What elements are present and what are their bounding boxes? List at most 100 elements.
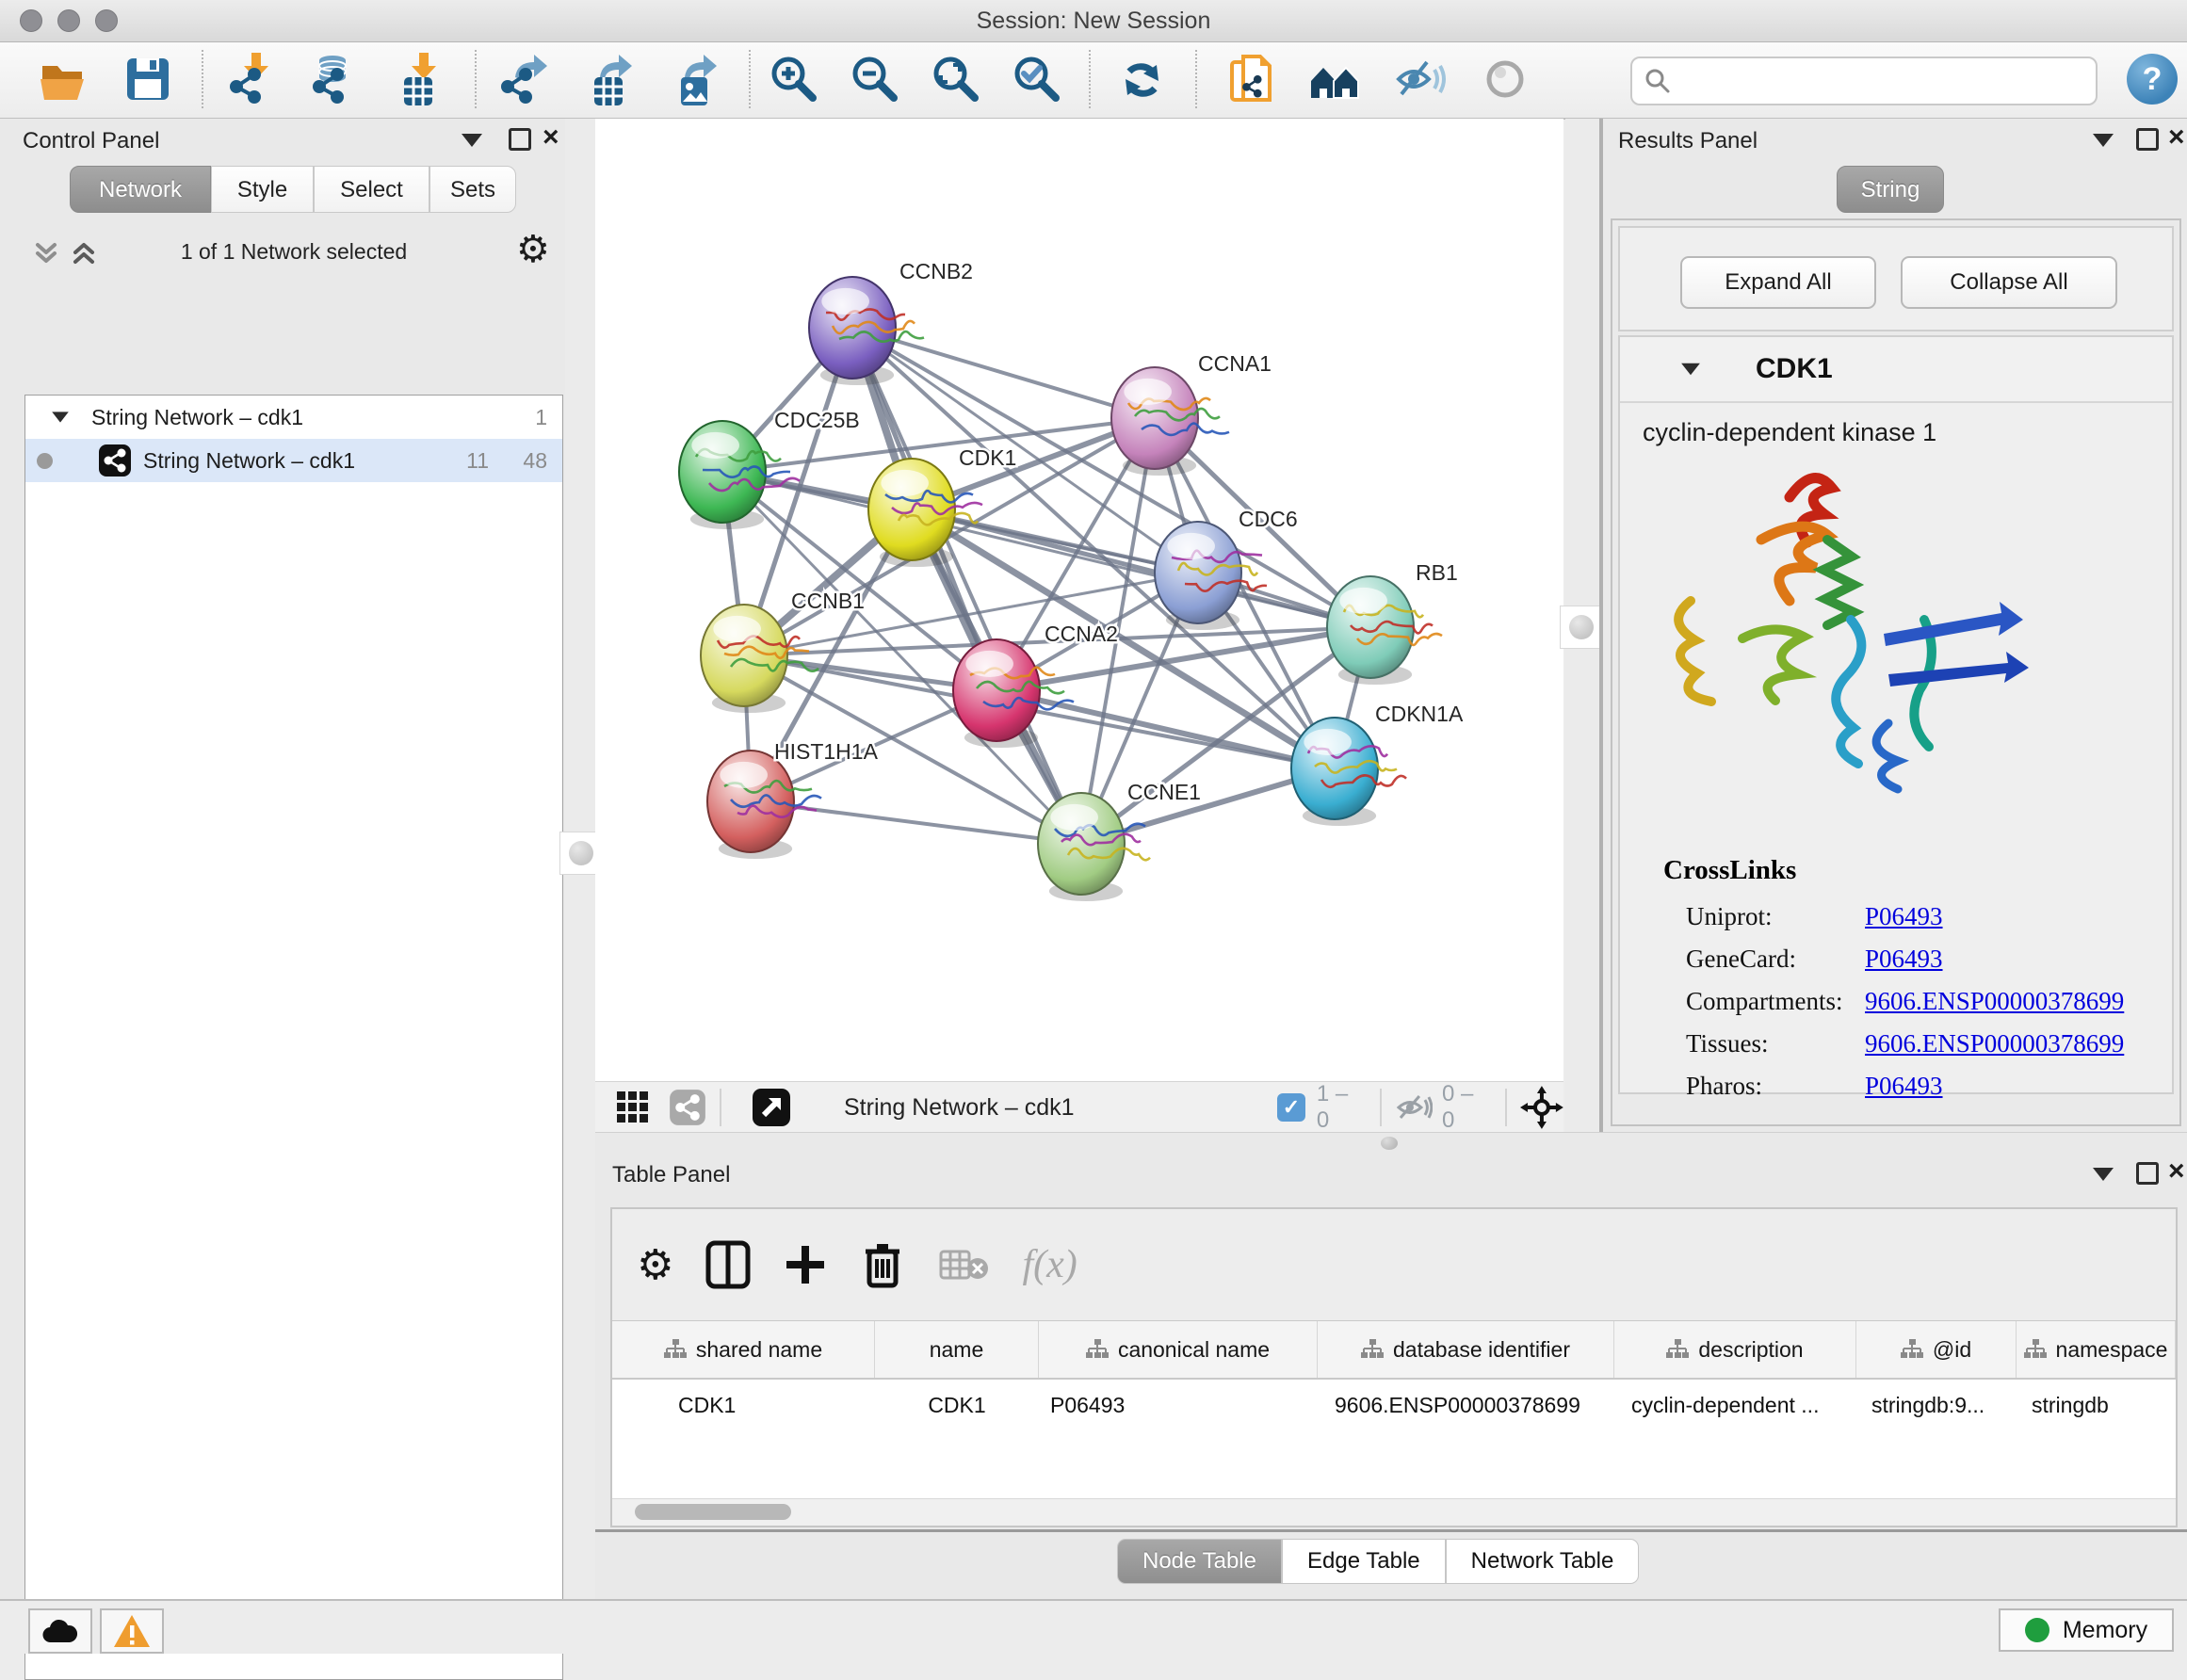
tab-string[interactable]: String [1837, 166, 1944, 213]
right-splitter-handle[interactable] [1560, 606, 1603, 649]
network-node-CDC25B[interactable] [679, 421, 800, 529]
crosslink-value-link[interactable]: P06493 [1865, 945, 1943, 974]
share-file-icon[interactable] [1226, 53, 1281, 107]
horizontal-splitter-handle[interactable] [1381, 1137, 1398, 1150]
crosslink-value-link[interactable]: P06493 [1865, 1072, 1943, 1101]
column-header-canonical-name[interactable]: canonical name [1039, 1321, 1318, 1378]
cloud-button[interactable] [28, 1608, 92, 1654]
import-network-icon[interactable] [225, 53, 280, 107]
column-header-description[interactable]: description [1614, 1321, 1856, 1378]
crosslink-row: Compartments:9606.ENSP00000378699 [1686, 987, 2172, 1016]
table-cell: P06493 [1039, 1380, 1318, 1430]
export-image-icon[interactable] [666, 53, 721, 107]
tab-edge-table[interactable]: Edge Table [1282, 1539, 1446, 1584]
memory-button[interactable]: Memory [1999, 1608, 2174, 1652]
network-canvas[interactable]: CCNB2CCNA1CDC25BCDK1CDC6RB1CCNB1CCNA2HIS… [595, 119, 1563, 1081]
show-hidden-icon[interactable] [1479, 53, 1533, 107]
network-node-CCNE1[interactable] [1038, 793, 1150, 901]
table-hscrollbar-thumb[interactable] [635, 1504, 791, 1520]
import-table-icon[interactable] [391, 53, 446, 107]
network-collection-row[interactable]: String Network – cdk1 1 [25, 396, 562, 439]
network-edges [722, 328, 1370, 844]
tab-network-table[interactable]: Network Table [1446, 1539, 1640, 1584]
panel-collapse-icon[interactable] [462, 134, 482, 147]
panel-close-icon[interactable]: × [2168, 1160, 2185, 1183]
share-view-icon[interactable] [669, 1089, 706, 1126]
hide-selected-icon[interactable] [1393, 53, 1448, 107]
network-svg[interactable]: CCNB2CCNA1CDC25BCDK1CDC6RB1CCNB1CCNA2HIS… [595, 119, 1563, 1081]
column-header-database-identifier[interactable]: database identifier [1318, 1321, 1614, 1378]
toolbar-separator [749, 50, 751, 108]
save-session-icon[interactable] [122, 53, 176, 107]
node-label-CCNB1: CCNB1 [791, 589, 865, 613]
network-node-CDKN1A[interactable] [1291, 718, 1406, 826]
zoom-in-icon[interactable] [768, 53, 822, 107]
panel-collapse-icon[interactable] [2093, 1168, 2114, 1181]
network-node-RB1[interactable] [1327, 576, 1442, 685]
right-splitter[interactable] [1565, 119, 1599, 1132]
left-splitter[interactable] [565, 119, 595, 1599]
help-button[interactable]: ? [2127, 54, 2178, 105]
export-network-icon[interactable] [496, 53, 551, 107]
expand-all-button[interactable]: Expand All [1680, 256, 1876, 309]
column-header-shared-name[interactable]: shared name [612, 1321, 875, 1378]
warning-button[interactable] [100, 1608, 164, 1654]
network-row[interactable]: String Network – cdk1 11 48 [25, 439, 562, 482]
tree-expand-icon[interactable] [52, 412, 69, 422]
horizontal-splitter[interactable] [595, 1132, 2187, 1154]
selected-checkbox[interactable]: ✓ [1277, 1093, 1305, 1122]
table-hscrollbar[interactable] [612, 1498, 2176, 1526]
network-list: String Network – cdk1 1 String Network –… [24, 395, 563, 1680]
column-header--id[interactable]: @id [1856, 1321, 2017, 1378]
network-node-CCNA1[interactable] [1111, 367, 1229, 476]
pan-crosshair-icon[interactable] [1520, 1086, 1563, 1129]
zoom-out-icon[interactable] [849, 53, 903, 107]
network-node-CDC6[interactable] [1155, 522, 1267, 630]
open-session-icon[interactable] [37, 53, 91, 107]
panel-float-icon[interactable] [2136, 128, 2159, 151]
crosslink-value-link[interactable]: P06493 [1865, 902, 1943, 931]
crosslink-value-link[interactable]: 9606.ENSP00000378699 [1865, 1029, 2124, 1058]
panel-float-icon[interactable] [2136, 1162, 2159, 1185]
string-home-icon[interactable] [1308, 53, 1363, 107]
search-input[interactable] [1677, 68, 2096, 94]
tab-node-table[interactable]: Node Table [1117, 1539, 1282, 1584]
gear-icon[interactable]: ⚙ [516, 228, 550, 271]
network-node-CDK1[interactable] [868, 459, 982, 567]
import-network-database-icon[interactable] [308, 53, 363, 107]
table-cell: stringdb [2017, 1380, 2176, 1430]
panel-float-icon[interactable] [509, 128, 531, 151]
network-node-HIST1H1A[interactable] [707, 751, 821, 859]
add-column-icon[interactable] [783, 1242, 828, 1287]
panel-collapse-icon[interactable] [2093, 134, 2114, 147]
crosslink-label: Compartments: [1686, 987, 1865, 1016]
split-columns-icon[interactable] [705, 1240, 751, 1289]
table-cell: stringdb:9... [1856, 1380, 2017, 1430]
column-header-name[interactable]: name [875, 1321, 1039, 1378]
crosslink-row: Pharos:P06493 [1686, 1072, 2172, 1101]
zoom-fit-icon[interactable] [930, 53, 984, 107]
refresh-icon[interactable] [1115, 53, 1170, 107]
column-header-namespace[interactable]: namespace [2017, 1321, 2176, 1378]
crosslink-label: Uniprot: [1686, 902, 1865, 931]
node-section-header[interactable]: CDK1 [1620, 337, 2172, 403]
network-node-CCNB2[interactable] [809, 277, 924, 385]
tab-sets[interactable]: Sets [429, 166, 516, 213]
zoom-selected-icon[interactable] [1011, 53, 1065, 107]
grid-view-icon[interactable] [616, 1090, 650, 1124]
hidden-eye-icon[interactable] [1395, 1091, 1433, 1123]
table-row[interactable]: CDK1CDK1P064939606.ENSP00000378699cyclin… [612, 1380, 2176, 1430]
tab-network[interactable]: Network [70, 166, 211, 213]
birdseye-icon[interactable] [752, 1088, 791, 1127]
tab-style[interactable]: Style [211, 166, 314, 213]
tab-select[interactable]: Select [314, 166, 429, 213]
export-table-icon[interactable] [581, 53, 636, 107]
panel-close-icon[interactable]: × [2168, 126, 2185, 149]
panel-close-icon[interactable]: × [543, 126, 559, 149]
delete-icon[interactable] [862, 1240, 903, 1289]
search-field[interactable] [1630, 57, 2098, 105]
section-collapse-icon[interactable] [1681, 363, 1700, 376]
crosslink-value-link[interactable]: 9606.ENSP00000378699 [1865, 987, 2124, 1016]
collapse-all-button[interactable]: Collapse All [1901, 256, 2117, 309]
gear-icon[interactable]: ⚙ [637, 1241, 673, 1289]
